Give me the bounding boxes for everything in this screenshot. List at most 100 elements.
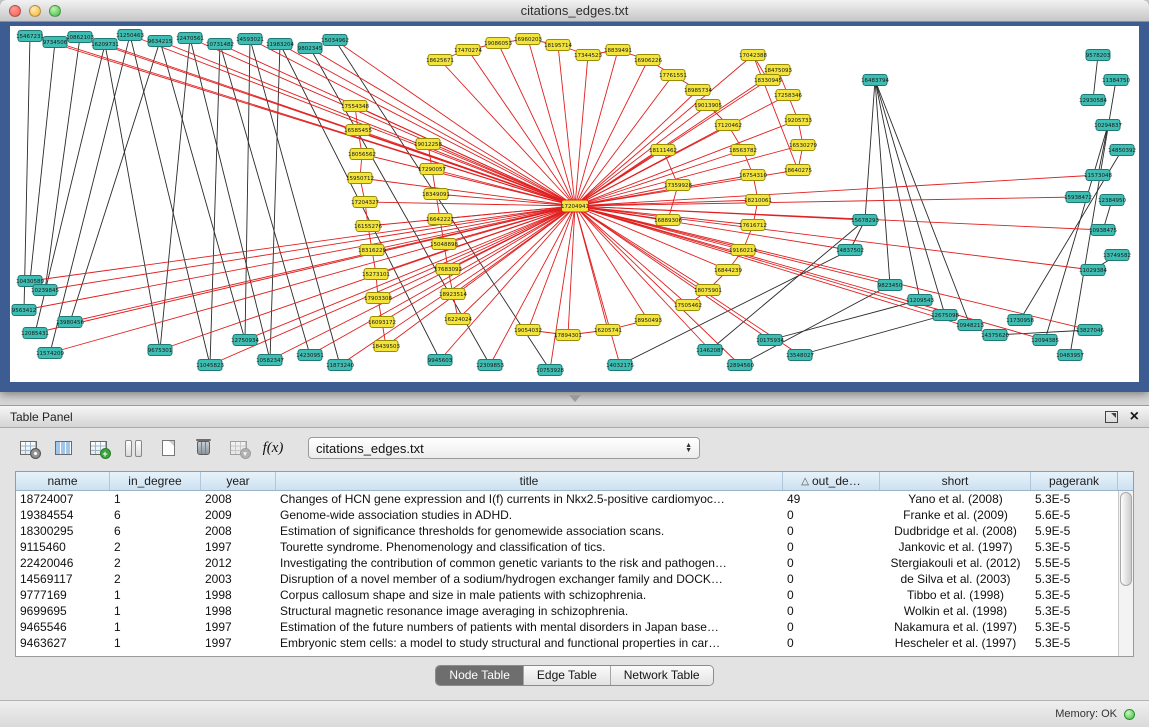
zoom-window-button[interactable] <box>49 5 61 17</box>
graph-node[interactable]: 16093172 <box>368 317 396 328</box>
graph-node[interactable]: 17344523 <box>574 50 602 61</box>
graph-node[interactable]: 16906226 <box>634 55 662 66</box>
tab-node-table[interactable]: Node Table <box>436 666 523 685</box>
graph-node[interactable]: 18111462 <box>649 145 677 156</box>
column-header-year[interactable]: year <box>201 472 276 490</box>
graph-node[interactable]: 17903308 <box>364 293 392 304</box>
table-row[interactable]: 1456911722003Disruption of a novel membe… <box>16 571 1118 587</box>
graph-node[interactable]: 17120462 <box>714 120 742 131</box>
graph-node[interactable]: 17290057 <box>418 164 446 175</box>
import-table-icon[interactable]: ▾ <box>224 435 252 461</box>
graph-node[interactable]: 14593021 <box>236 34 264 45</box>
graph-node[interactable]: 16224024 <box>444 314 472 325</box>
graph-node[interactable]: 17554348 <box>341 101 369 112</box>
graph-node[interactable]: 10239845 <box>31 285 59 296</box>
close-panel-icon[interactable]: × <box>1130 410 1139 424</box>
graph-node[interactable]: 18640275 <box>784 165 812 176</box>
table-row[interactable]: 946362711997Embryonic stem cells: a mode… <box>16 635 1118 651</box>
graph-node[interactable]: 15950712 <box>346 173 374 184</box>
graph-node[interactable]: 9634215 <box>148 36 173 47</box>
graph-node[interactable]: 18056562 <box>348 149 376 160</box>
function-builder-icon[interactable]: f(x) <box>259 435 287 461</box>
graph-node[interactable]: 10753928 <box>536 365 564 376</box>
graph-node[interactable]: 11384750 <box>1102 75 1130 86</box>
graph-node[interactable]: 17505462 <box>674 300 702 311</box>
graph-node[interactable]: 16642221 <box>426 214 454 225</box>
graph-node[interactable]: 18330945 <box>754 75 782 86</box>
graph-node[interactable]: 18839491 <box>604 45 632 56</box>
graph-node[interactable]: 10938475 <box>1089 225 1117 236</box>
tab-edge-table[interactable]: Edge Table <box>523 666 610 685</box>
graph-node[interactable]: 18439503 <box>372 341 400 352</box>
graph-node[interactable]: 18923514 <box>439 289 467 300</box>
graph-node[interactable]: 11250463 <box>116 30 144 41</box>
graph-node[interactable]: 13980456 <box>56 317 84 328</box>
table-vertical-scrollbar[interactable] <box>1118 491 1133 656</box>
graph-node[interactable]: 18950493 <box>634 315 662 326</box>
graph-node[interactable]: 16209731 <box>91 39 119 50</box>
graph-node[interactable]: 11573048 <box>1084 170 1112 181</box>
table-select-dropdown[interactable]: citations_edges.txt ▲ ▼ <box>308 437 700 459</box>
new-column-icon[interactable]: + <box>84 435 112 461</box>
graph-node[interactable]: 14850392 <box>1108 145 1136 156</box>
table-row[interactable]: 911546021997Tourette syndrome. Phenomeno… <box>16 539 1118 555</box>
column-header-title[interactable]: title <box>276 472 783 490</box>
graph-node[interactable]: 16585455 <box>344 125 372 136</box>
graph-node[interactable]: 17258346 <box>774 90 802 101</box>
table-row[interactable]: 2242004622012Investigating the contribut… <box>16 555 1118 571</box>
graph-node[interactable]: 17616712 <box>739 220 767 231</box>
graph-node[interactable]: 10731482 <box>206 39 234 50</box>
graph-node[interactable]: 19160214 <box>729 245 757 256</box>
graph-node[interactable]: 10175934 <box>756 335 784 346</box>
graph-node[interactable]: 15678293 <box>851 215 879 226</box>
graph-node[interactable]: 12384950 <box>1098 195 1126 206</box>
graph-node[interactable]: 13548027 <box>786 350 814 361</box>
graph-node[interactable]: 10483957 <box>1056 350 1084 361</box>
table-row[interactable]: 969969511998Structural magnetic resonanc… <box>16 603 1118 619</box>
graph-node[interactable]: 9675301 <box>148 345 173 356</box>
graph-node[interactable]: 16960203 <box>514 34 542 45</box>
graph-node[interactable]: 11029384 <box>1079 265 1107 276</box>
graph-node[interactable]: 10582347 <box>256 355 284 366</box>
graph-node[interactable]: 17359928 <box>664 180 692 191</box>
graph-node[interactable]: 15467231 <box>16 31 44 42</box>
new-table-icon[interactable] <box>154 435 182 461</box>
float-panel-icon[interactable] <box>1105 411 1118 423</box>
graph-node[interactable]: 11045823 <box>196 360 224 371</box>
graph-node[interactable]: 16889306 <box>654 215 682 226</box>
graph-node[interactable]: 18195714 <box>544 40 572 51</box>
minimize-window-button[interactable] <box>29 5 41 17</box>
table-row[interactable]: 946554611997Estimation of the future num… <box>16 619 1118 635</box>
window-titlebar[interactable]: citations_edges.txt <box>0 0 1149 22</box>
graph-node[interactable]: 14837502 <box>836 245 864 256</box>
column-header-out_de[interactable]: △out_de… <box>783 472 880 490</box>
graph-node[interactable]: 11983204 <box>266 39 294 50</box>
graph-node[interactable]: 19054032 <box>514 325 542 336</box>
table-row[interactable]: 977716911998Corpus callosum shape and si… <box>16 587 1118 603</box>
graph-node[interactable]: 17894301 <box>554 330 582 341</box>
graph-node[interactable]: 18563782 <box>729 145 757 156</box>
graph-node[interactable]: 10862103 <box>66 32 94 43</box>
graph-node[interactable]: 18349091 <box>422 189 450 200</box>
graph-node[interactable]: 17470274 <box>454 45 482 56</box>
graph-node[interactable]: 17042388 <box>739 50 767 61</box>
panel-divider[interactable] <box>0 392 1149 405</box>
column-header-name[interactable]: name <box>16 472 110 490</box>
graph-node[interactable]: 9578203 <box>1086 50 1111 61</box>
table-row[interactable]: 1830029562008Estimation of significance … <box>16 523 1118 539</box>
graph-node[interactable]: 16205741 <box>594 325 622 336</box>
graph-node[interactable]: 16155276 <box>354 221 382 232</box>
column-header-short[interactable]: short <box>880 472 1031 490</box>
graph-node[interactable]: 9802345 <box>298 43 323 54</box>
graph-node[interactable]: 10948213 <box>956 320 984 331</box>
scrollbar-thumb[interactable] <box>1120 492 1132 586</box>
graph-node[interactable]: 18475093 <box>764 65 792 76</box>
graph-node[interactable]: 18625671 <box>426 55 454 66</box>
graph-node[interactable]: 18316229 <box>358 245 386 256</box>
network-canvas[interactable]: 154672319734506108621031620973111250463 9… <box>10 26 1139 382</box>
graph-node[interactable]: 15034962 <box>321 35 349 46</box>
graph-node[interactable]: 14230951 <box>296 350 324 361</box>
graph-node[interactable]: 14032175 <box>606 360 634 371</box>
graph-node[interactable]: 9734506 <box>43 37 68 48</box>
column-header-in_degree[interactable]: in_degree <box>110 472 201 490</box>
